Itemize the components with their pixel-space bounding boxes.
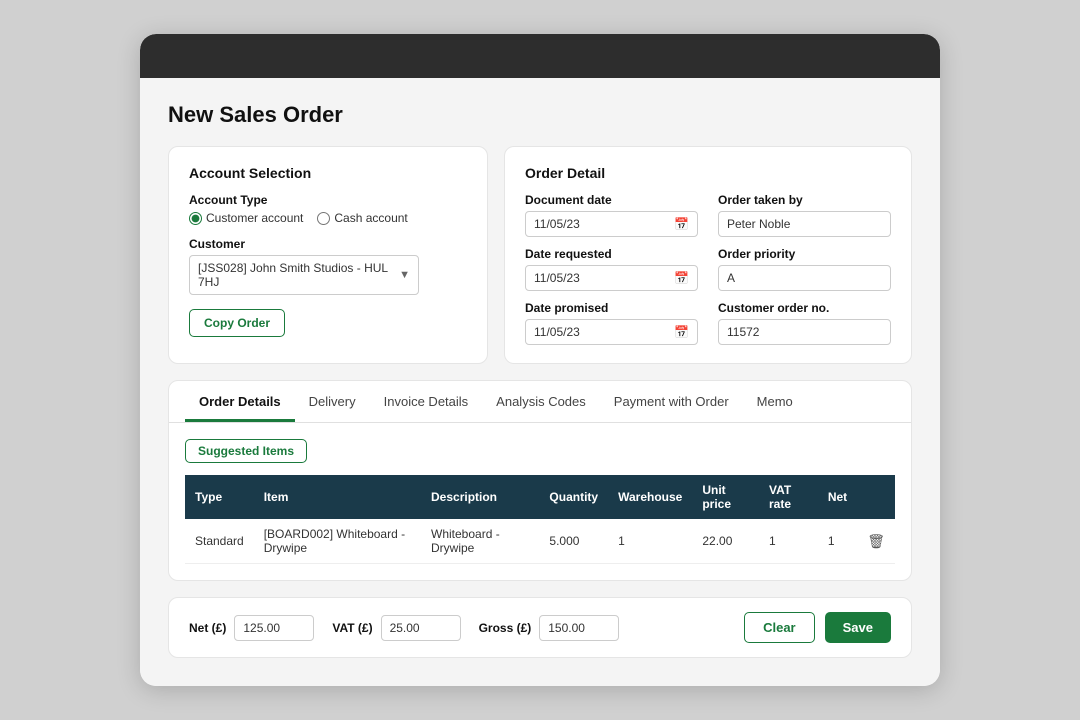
order-taken-by-label: Order taken by bbox=[718, 193, 891, 207]
items-table-body: Standard [BOARD002] Whiteboard - Drywipe… bbox=[185, 519, 895, 564]
order-priority-input[interactable] bbox=[718, 265, 891, 291]
col-vat-rate: VAT rate bbox=[759, 475, 818, 519]
gross-label: Gross (£) bbox=[479, 621, 532, 635]
customer-dropdown[interactable]: [JSS028] John Smith Studios - HUL 7HJ ▼ bbox=[189, 255, 419, 295]
app-body: New Sales Order Account Selection Accoun… bbox=[140, 78, 940, 686]
date-requested-value: 11/05/23 bbox=[534, 271, 580, 285]
order-priority-group: Order priority bbox=[718, 247, 891, 291]
col-net: Net bbox=[818, 475, 857, 519]
document-date-label: Document date bbox=[525, 193, 698, 207]
calendar-icon: 📅 bbox=[674, 217, 689, 231]
date-promised-group: Date promised 11/05/23 📅 bbox=[525, 301, 698, 345]
radio-customer-label: Customer account bbox=[206, 211, 303, 225]
tab-analysis-codes[interactable]: Analysis Codes bbox=[482, 381, 600, 422]
suggested-items-badge[interactable]: Suggested Items bbox=[185, 439, 307, 463]
col-quantity: Quantity bbox=[539, 475, 608, 519]
footer-actions: Clear Save bbox=[744, 612, 891, 643]
items-table-header: Type Item Description Quantity Warehouse… bbox=[185, 475, 895, 519]
tab-content: Suggested Items Type Item Description Qu… bbox=[169, 423, 911, 580]
customer-select-row: [JSS028] John Smith Studios - HUL 7HJ ▼ bbox=[189, 255, 467, 295]
tab-order-details[interactable]: Order Details bbox=[185, 381, 295, 422]
order-detail-grid: Document date 11/05/23 📅 Order taken by … bbox=[525, 193, 891, 345]
app-container: New Sales Order Account Selection Accoun… bbox=[140, 34, 940, 686]
tab-delivery[interactable]: Delivery bbox=[295, 381, 370, 422]
col-actions bbox=[857, 475, 895, 519]
document-date-group: Document date 11/05/23 📅 bbox=[525, 193, 698, 237]
col-type: Type bbox=[185, 475, 254, 519]
table-row: Standard [BOARD002] Whiteboard - Drywipe… bbox=[185, 519, 895, 564]
net-label: Net (£) bbox=[189, 621, 226, 635]
radio-cash-account[interactable]: Cash account bbox=[317, 211, 407, 225]
delete-row-icon[interactable]: 🗑 bbox=[867, 533, 885, 549]
customer-dropdown-value: [JSS028] John Smith Studios - HUL 7HJ bbox=[198, 261, 399, 289]
customer-order-no-group: Customer order no. bbox=[718, 301, 891, 345]
gross-field: Gross (£) bbox=[479, 615, 620, 641]
top-panels: Account Selection Account Type Customer … bbox=[168, 146, 912, 364]
order-taken-by-group: Order taken by bbox=[718, 193, 891, 237]
calendar-icon-2: 📅 bbox=[674, 271, 689, 285]
document-date-input[interactable]: 11/05/23 📅 bbox=[525, 211, 698, 237]
date-promised-value: 11/05/23 bbox=[534, 325, 580, 339]
account-type-label: Account Type bbox=[189, 193, 467, 207]
vat-label: VAT (£) bbox=[332, 621, 372, 635]
vat-field: VAT (£) bbox=[332, 615, 460, 641]
date-promised-input[interactable]: 11/05/23 📅 bbox=[525, 319, 698, 345]
customer-label: Customer bbox=[189, 237, 467, 251]
col-description: Description bbox=[421, 475, 539, 519]
account-selection-panel: Account Selection Account Type Customer … bbox=[168, 146, 488, 364]
tab-payment-with-order[interactable]: Payment with Order bbox=[600, 381, 743, 422]
order-detail-title: Order Detail bbox=[525, 165, 891, 181]
copy-order-button[interactable]: Copy Order bbox=[189, 309, 285, 337]
date-promised-label: Date promised bbox=[525, 301, 698, 315]
cell-quantity: 5.000 bbox=[539, 519, 608, 564]
calendar-icon-3: 📅 bbox=[674, 325, 689, 339]
net-input[interactable] bbox=[234, 615, 314, 641]
cell-warehouse: 1 bbox=[608, 519, 692, 564]
gross-input[interactable] bbox=[539, 615, 619, 641]
cell-delete[interactable]: 🗑 bbox=[857, 519, 895, 564]
cell-vat-rate: 1 bbox=[759, 519, 818, 564]
cell-unit-price: 22.00 bbox=[692, 519, 759, 564]
customer-order-no-label: Customer order no. bbox=[718, 301, 891, 315]
order-taken-by-input[interactable] bbox=[718, 211, 891, 237]
col-item: Item bbox=[254, 475, 421, 519]
save-button[interactable]: Save bbox=[825, 612, 891, 643]
document-date-value: 11/05/23 bbox=[534, 217, 580, 231]
tab-invoice-details[interactable]: Invoice Details bbox=[370, 381, 483, 422]
cell-type: Standard bbox=[185, 519, 254, 564]
cell-net: 1 bbox=[818, 519, 857, 564]
tabs-bar: Order Details Delivery Invoice Details A… bbox=[169, 381, 911, 423]
dropdown-arrow-icon: ▼ bbox=[399, 269, 410, 281]
clear-button[interactable]: Clear bbox=[744, 612, 815, 643]
account-type-radio-group: Customer account Cash account bbox=[189, 211, 467, 225]
vat-input[interactable] bbox=[381, 615, 461, 641]
radio-customer-account[interactable]: Customer account bbox=[189, 211, 303, 225]
tabs-panel: Order Details Delivery Invoice Details A… bbox=[168, 380, 912, 581]
col-unit-price: Unit price bbox=[692, 475, 759, 519]
footer-bar: Net (£) VAT (£) Gross (£) Clear Save bbox=[168, 597, 912, 658]
net-field: Net (£) bbox=[189, 615, 314, 641]
date-requested-label: Date requested bbox=[525, 247, 698, 261]
radio-cash-label: Cash account bbox=[334, 211, 407, 225]
radio-customer-input[interactable] bbox=[189, 212, 202, 225]
radio-cash-input[interactable] bbox=[317, 212, 330, 225]
app-header bbox=[140, 34, 940, 78]
cell-item: [BOARD002] Whiteboard - Drywipe bbox=[254, 519, 421, 564]
order-detail-panel: Order Detail Document date 11/05/23 📅 Or… bbox=[504, 146, 912, 364]
col-warehouse: Warehouse bbox=[608, 475, 692, 519]
order-priority-label: Order priority bbox=[718, 247, 891, 261]
customer-order-no-input[interactable] bbox=[718, 319, 891, 345]
page-title: New Sales Order bbox=[168, 102, 912, 128]
tab-memo[interactable]: Memo bbox=[743, 381, 807, 422]
items-table-header-row: Type Item Description Quantity Warehouse… bbox=[185, 475, 895, 519]
cell-description: Whiteboard - Drywipe bbox=[421, 519, 539, 564]
account-selection-title: Account Selection bbox=[189, 165, 467, 181]
date-requested-group: Date requested 11/05/23 📅 bbox=[525, 247, 698, 291]
items-table: Type Item Description Quantity Warehouse… bbox=[185, 475, 895, 564]
date-requested-input[interactable]: 11/05/23 📅 bbox=[525, 265, 698, 291]
